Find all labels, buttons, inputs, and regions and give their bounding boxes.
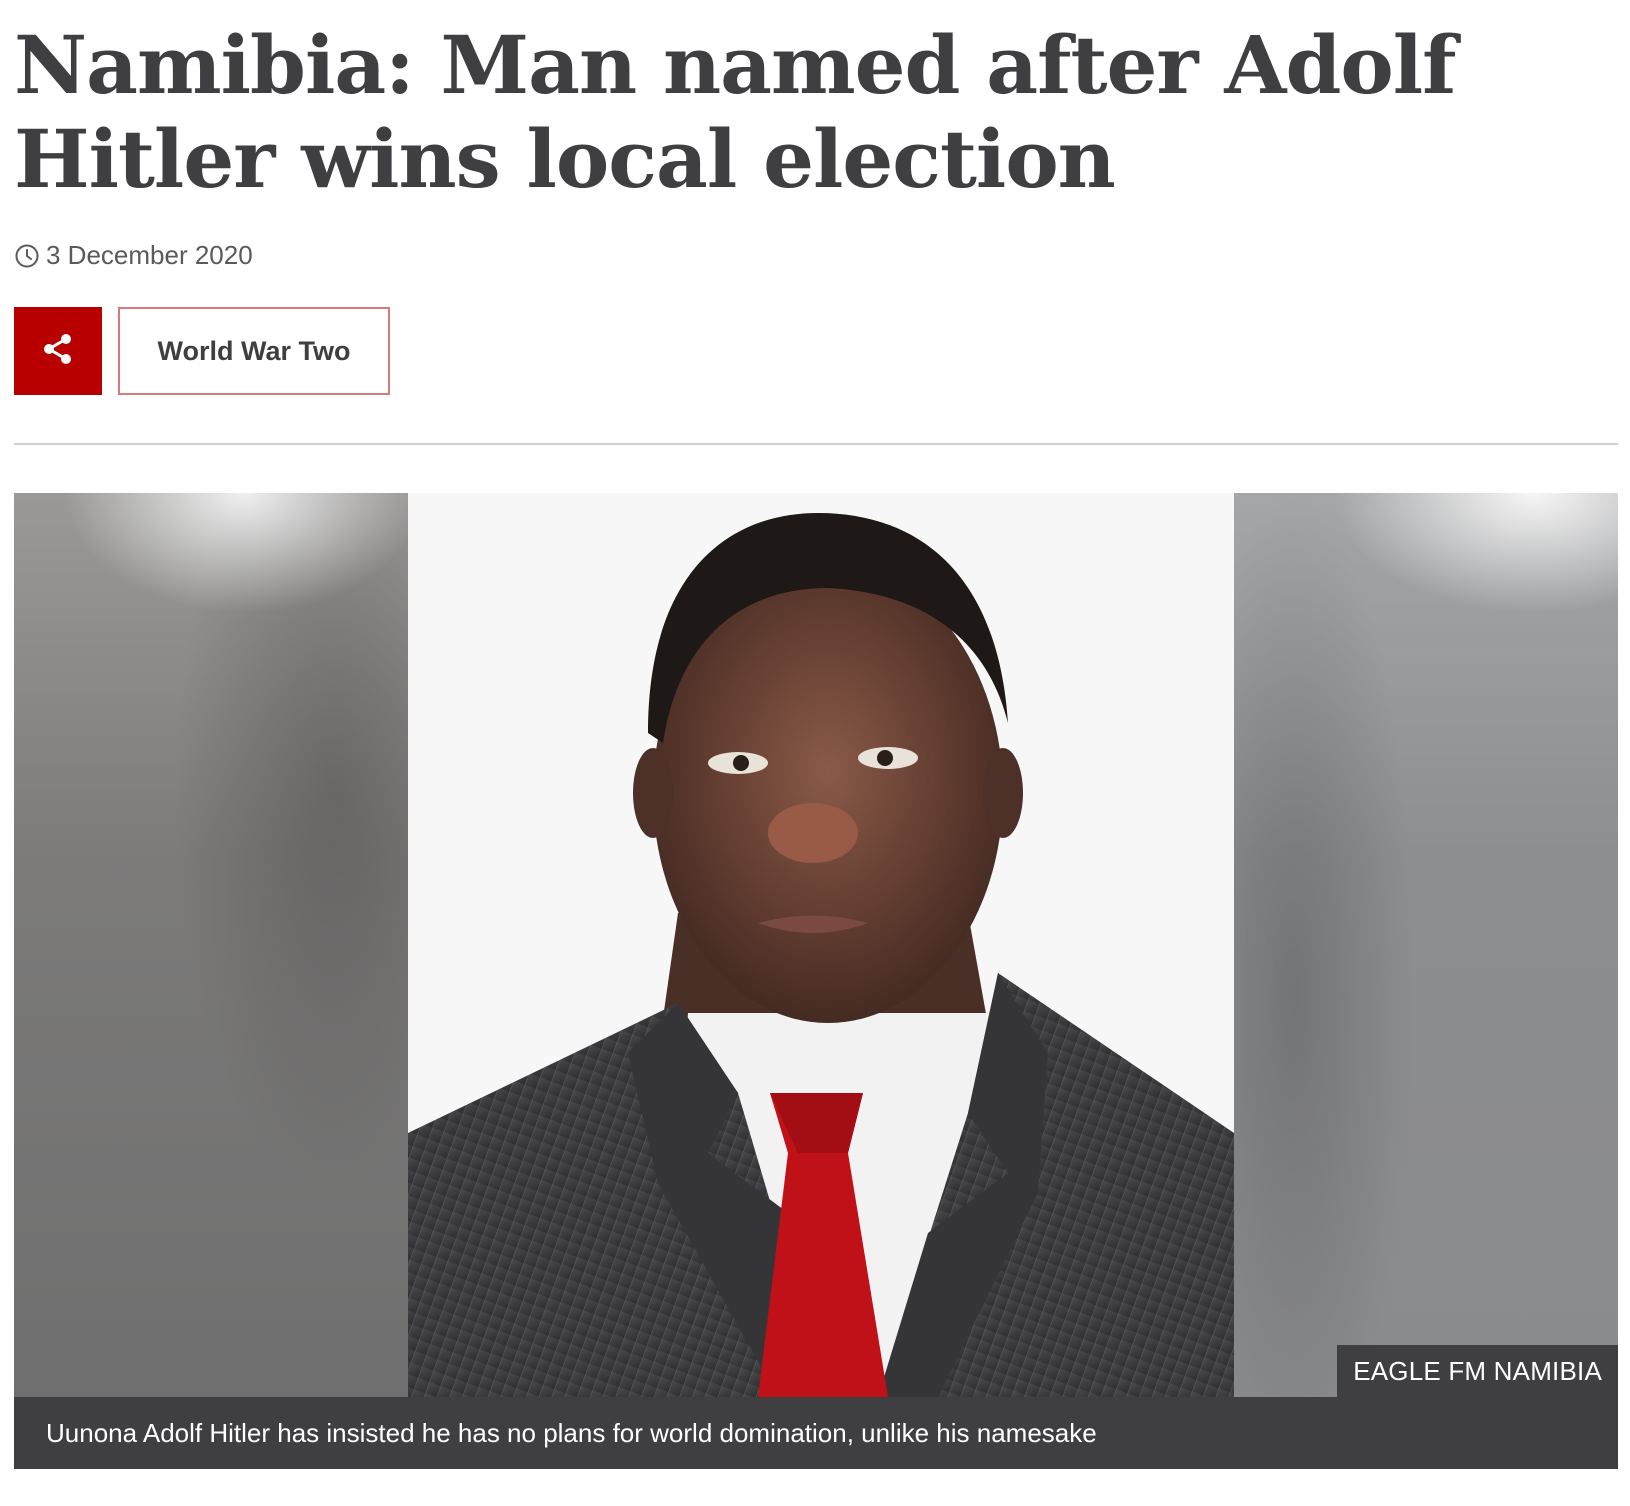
share-icon bbox=[40, 331, 76, 372]
article-image: EAGLE FM NAMIBIA bbox=[14, 493, 1618, 1397]
article-date: 3 December 2020 bbox=[46, 240, 253, 270]
image-caption: Uunona Adolf Hitler has insisted he has … bbox=[14, 1397, 1618, 1469]
section-divider bbox=[14, 443, 1618, 445]
clock-icon bbox=[14, 243, 40, 269]
topic-tag-button[interactable]: World War Two bbox=[118, 307, 390, 395]
article-headline: Namibia: Man named after Adolf Hitler wi… bbox=[14, 18, 1457, 206]
image-blur-right bbox=[1234, 493, 1618, 1397]
article-timestamp: 3 December 2020 bbox=[14, 240, 253, 271]
image-credit: EAGLE FM NAMIBIA bbox=[1337, 1345, 1618, 1397]
share-button[interactable] bbox=[14, 307, 102, 395]
image-blur-left bbox=[14, 493, 408, 1397]
portrait-photo bbox=[408, 493, 1234, 1397]
